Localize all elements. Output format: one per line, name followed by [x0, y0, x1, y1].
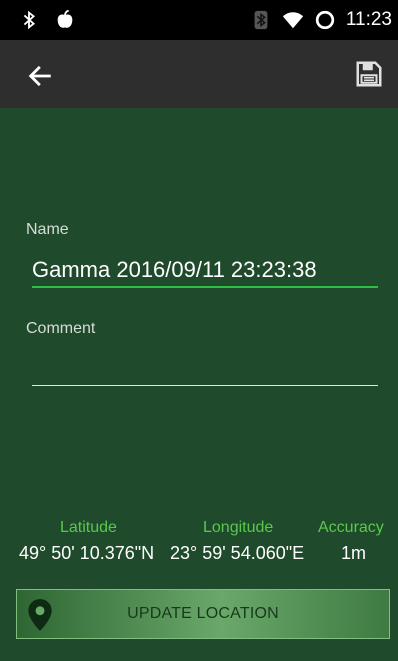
longitude-label: Longitude — [203, 519, 274, 536]
comment-label: Comment — [26, 320, 96, 337]
app-toolbar — [0, 40, 398, 108]
latitude-label: Latitude — [60, 519, 117, 536]
apple-icon — [57, 9, 73, 28]
location-edit-screen: 11:23 Name Gamma 2016/09/11 23:23:38 Com… — [0, 0, 398, 661]
update-location-button[interactable]: UPDATE LOCATION — [16, 589, 390, 639]
latitude-value: 49° 50' 10.376"N — [19, 543, 155, 563]
bluetooth-icon — [23, 10, 35, 30]
accuracy-label: Accuracy — [318, 519, 384, 536]
status-right: 11:23 — [250, 9, 392, 31]
accuracy-value: 1m — [341, 543, 367, 563]
back-arrow-icon[interactable] — [26, 62, 54, 90]
status-bar: 11:23 — [0, 0, 398, 40]
bluetooth-icon — [254, 10, 268, 30]
name-label: Name — [26, 221, 69, 238]
update-location-label: UPDATE LOCATION — [127, 605, 279, 622]
save-floppy-icon[interactable] — [354, 59, 384, 89]
name-input-underline — [32, 286, 378, 288]
status-time: 11:23 — [345, 9, 392, 30]
status-left — [18, 9, 76, 31]
wifi-icon — [282, 12, 303, 29]
longitude-value: 23° 59' 54.060"E — [170, 543, 305, 563]
sync-circle-icon — [315, 10, 335, 30]
name-input[interactable]: Gamma 2016/09/11 23:23:38 — [32, 256, 378, 284]
comment-input-underline — [32, 385, 378, 386]
comment-input[interactable] — [32, 350, 378, 384]
